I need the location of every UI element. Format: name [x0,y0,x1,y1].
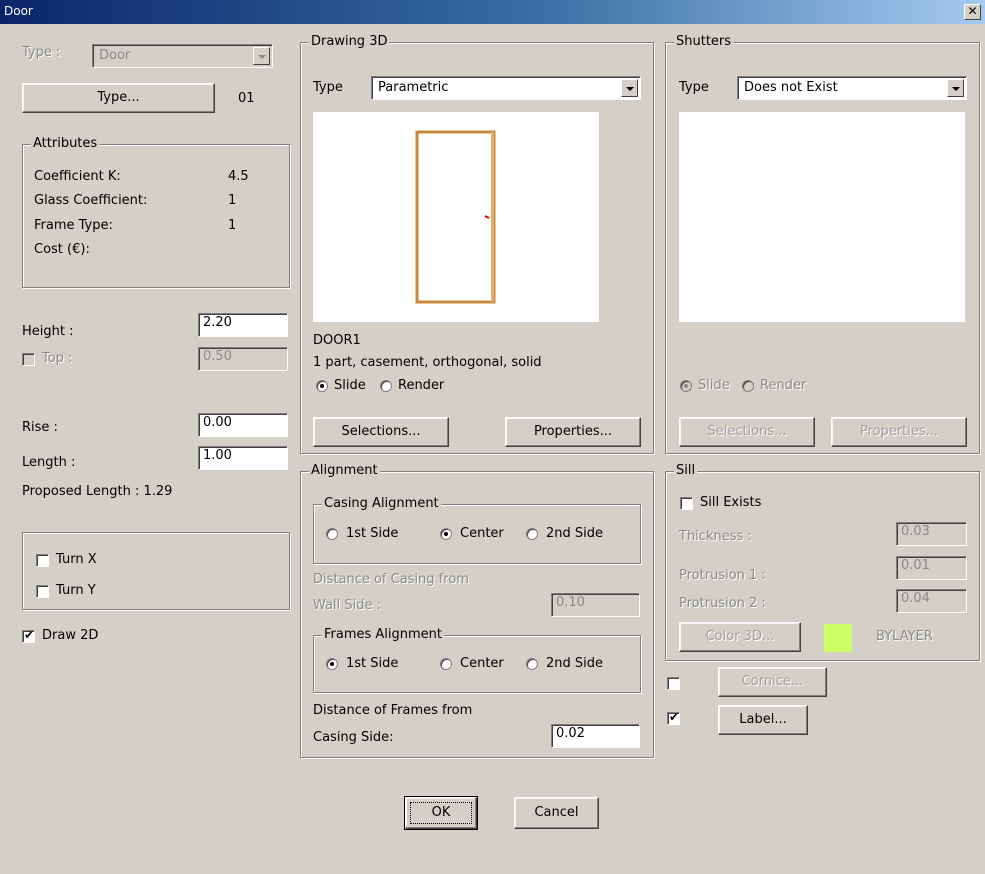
turn-y-checkbox[interactable] [36,585,49,598]
height-input[interactable]: 2.20 [198,313,288,337]
type-label: Type : [22,45,61,60]
shutters-type-label: Type [679,80,709,95]
frames-center-label: Center [460,656,504,671]
casing-1st-side-radio[interactable] [326,528,338,540]
drawing-name: DOOR1 [313,333,361,348]
length-input[interactable]: 1.00 [198,446,288,470]
drawing-slide-radio[interactable] [316,380,328,392]
chevron-down-icon[interactable] [947,79,964,97]
distance-frames-label-2: Casing Side: [313,730,394,745]
frames-1st-side-label: 1st Side [346,656,399,671]
casing-2nd-side-label: 2nd Side [546,526,604,541]
shutters-selections-button[interactable]: Selections... [679,417,815,447]
casing-center-radio[interactable] [440,528,452,540]
top-label: Top : [42,351,73,366]
coefficient-k-value: 4.5 [228,169,249,184]
label-checkbox[interactable] [667,710,680,725]
color-3d-button[interactable]: Color 3D... [679,622,801,652]
frames-2nd-side-label: 2nd Side [546,656,604,671]
shutters-legend: Shutters [674,34,734,50]
turn-x-label: Turn X [56,552,97,567]
shutters-preview [679,112,965,322]
sill-exists-label: Sill Exists [700,495,762,510]
frame-type-value: 1 [228,218,237,233]
top-input[interactable]: 0.50 [198,347,288,371]
drawing-selections-button[interactable]: Selections... [313,417,449,447]
casing-center-label: Center [460,526,504,541]
shutters-render-radio[interactable] [742,380,754,392]
shutters-render-label: Render [760,378,807,393]
chevron-down-icon[interactable] [253,47,270,65]
length-label: Length : [22,455,76,470]
cornice-button[interactable]: Cornice... [718,667,827,697]
protrusion-1-input[interactable]: 0.01 [896,556,967,580]
frame-type-label: Frame Type: [34,218,113,233]
frames-center-radio[interactable] [440,658,452,670]
drawing-3d-legend: Drawing 3D [309,34,390,50]
frames-alignment-legend: Frames Alignment [322,627,445,643]
glass-coefficient-label: Glass Coefficient: [34,193,148,208]
thickness-input[interactable]: 0.03 [896,522,967,546]
shutters-type-select[interactable]: Does not Exist [737,76,967,100]
type-code: 01 [238,91,255,106]
color-swatch [824,624,852,652]
type-button[interactable]: Type... [22,83,215,113]
sill-exists-checkbox[interactable] [680,497,693,510]
protrusion-1-label: Protrusion 1 : [679,568,766,583]
door-preview [313,112,599,322]
title-bar[interactable]: Door ✕ [0,0,985,24]
distance-casing-label-2: Wall Side : [313,598,381,613]
ok-button[interactable]: OK [404,796,478,830]
drawing-type-select[interactable]: Parametric [371,76,641,100]
proposed-length: Proposed Length : 1.29 [22,484,173,499]
rise-input[interactable]: 0.00 [198,413,288,437]
turn-y-label: Turn Y [56,583,96,598]
cornice-checkbox[interactable] [667,677,680,690]
cost-label: Cost (€): [34,242,90,257]
casing-1st-side-label: 1st Side [346,526,399,541]
rise-label: Rise : [22,420,58,435]
casing-2nd-side-radio[interactable] [526,528,538,540]
distance-frames-input[interactable]: 0.02 [551,724,640,748]
shutters-properties-button[interactable]: Properties... [831,417,967,447]
alignment-legend: Alignment [309,463,380,479]
distance-casing-label-1: Distance of Casing from [313,572,469,587]
chevron-down-icon[interactable] [621,79,638,97]
glass-coefficient-value: 1 [228,193,237,208]
drawing-description: 1 part, casement, orthogonal, solid [313,355,542,370]
attributes-legend: Attributes [31,136,100,152]
drawing-properties-button[interactable]: Properties... [505,417,641,447]
frames-1st-side-radio[interactable] [326,658,338,670]
close-icon[interactable]: ✕ [964,4,981,20]
window-title: Door [4,4,33,18]
coefficient-k-label: Coefficient K: [34,169,121,184]
focus-ring [410,802,472,824]
casing-alignment-legend: Casing Alignment [322,496,441,512]
drawing-render-radio[interactable] [380,380,392,392]
protrusion-2-label: Protrusion 2 : [679,596,766,611]
sill-legend: Sill [674,463,698,479]
cancel-button[interactable]: Cancel [514,797,599,829]
drawing-render-label: Render [398,378,445,393]
turn-x-checkbox[interactable] [36,554,49,567]
height-label: Height : [22,324,74,339]
door-preview-icon [415,130,496,304]
drawing-slide-label: Slide [334,378,366,393]
drawing-type-label: Type [313,80,343,95]
attributes-group: Attributes [22,136,290,288]
distance-casing-input[interactable]: 0.10 [551,593,640,617]
top-checkbox[interactable] [22,353,35,366]
frames-2nd-side-radio[interactable] [526,658,538,670]
color-name: BYLAYER [876,629,933,644]
draw-2d-checkbox[interactable] [22,628,35,643]
label-button[interactable]: Label... [718,705,808,735]
draw-2d-label: Draw 2D [42,628,99,643]
type-select[interactable]: Door [92,44,273,68]
distance-frames-label-1: Distance of Frames from [313,703,473,718]
thickness-label: Thickness : [679,529,752,544]
shutters-slide-label: Slide [698,378,730,393]
protrusion-2-input[interactable]: 0.04 [896,589,967,613]
shutters-slide-radio[interactable] [680,380,692,392]
